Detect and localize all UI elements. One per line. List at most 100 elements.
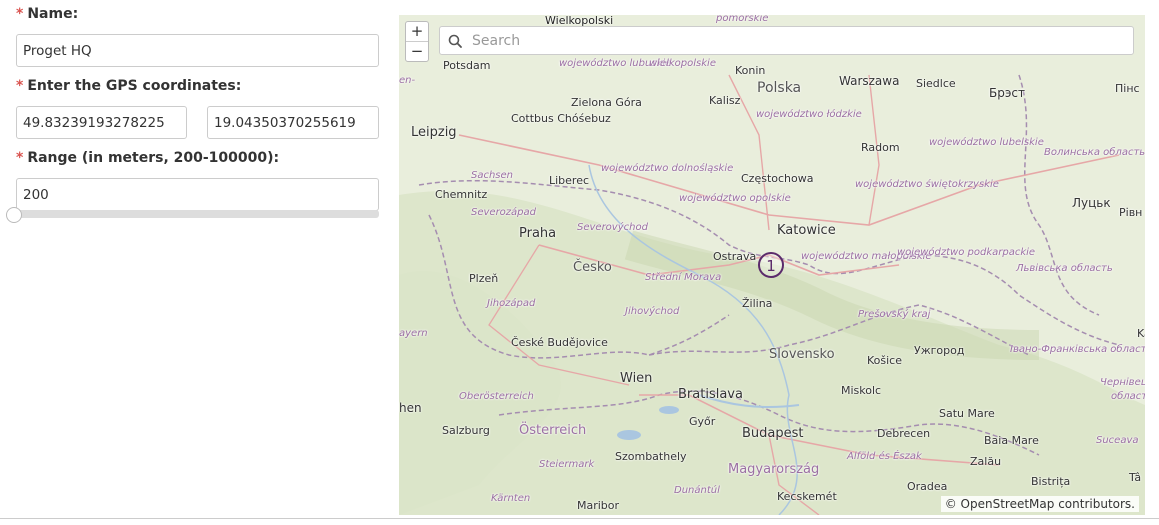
map-place-label: pomorskie (716, 15, 769, 24)
search-icon (448, 34, 462, 48)
map-place-label: Sachsen (471, 170, 514, 181)
longitude-input[interactable] (207, 106, 379, 139)
map-place-label: Miskolc (841, 384, 882, 397)
map-place-label: hen (399, 401, 422, 415)
map-attribution: © OpenStreetMap contributors. (940, 496, 1139, 512)
map-place-label: Střední Morava (645, 272, 722, 283)
map-place-label: Praha (519, 226, 557, 241)
range-input[interactable] (16, 178, 379, 211)
map-place-label: województwo świętokrzyskie (855, 179, 999, 190)
attribution-link[interactable]: OpenStreetMap (961, 497, 1055, 511)
map-place-label: Satu Mare (939, 407, 995, 420)
map-place-label: Chemnitz (435, 188, 488, 201)
map-place-label: Częstochowa (741, 172, 814, 185)
map-place-label: Dunántúl (674, 485, 720, 496)
range-slider-handle[interactable] (6, 207, 22, 223)
map-place-label: Oberösterreich (459, 391, 534, 402)
map-place-label: Žilina (742, 297, 773, 310)
map-place-label: Radom (861, 141, 900, 154)
map-place-label: Kärnten (491, 493, 531, 504)
map-place-label: Česko (573, 260, 612, 275)
map-place-label: Maribor (577, 499, 620, 512)
zoom-control: + − (405, 21, 429, 62)
map-place-label: Wien (620, 371, 653, 386)
map-place-label: Jihozápad (487, 298, 536, 309)
map-place-label: en- (399, 75, 416, 86)
map-place-label: Steiermark (539, 459, 595, 470)
map-place-label: Győr (689, 415, 716, 428)
required-marker: * (16, 6, 24, 22)
required-marker: * (16, 78, 24, 94)
map-place-label: Debrecen (877, 427, 931, 440)
map-place-label: Львівська область (1016, 263, 1113, 274)
range-slider-track[interactable] (16, 210, 379, 218)
map-place-label: ayern (399, 328, 428, 339)
map-place-label: Severozápad (471, 207, 536, 218)
map-place-label: Луцьк (1072, 196, 1111, 210)
map-place-label: Warszawa (839, 74, 900, 88)
map-place-label: Івано-Франківська область (1010, 344, 1145, 355)
gps-label: * Enter the GPS coordinates: (16, 78, 241, 94)
map-place-label: Plzeň (469, 272, 499, 285)
map-place-label: Zalău (970, 455, 1002, 468)
attribution-symbol: © (944, 497, 957, 511)
map-place-label: Пінс (1115, 82, 1140, 95)
zoom-out-button[interactable]: − (406, 41, 428, 61)
map-place-label: Polska (757, 80, 802, 96)
map-place-label: Рівн (1119, 206, 1143, 219)
map-place-label: Kecskemét (777, 490, 837, 503)
map-place-label: Leipzig (411, 125, 457, 140)
map-place-label: Tâ (1129, 471, 1142, 484)
map-view[interactable]: Wielkopolski pomorskie Potsdam województwo … (399, 15, 1145, 515)
gps-label-text: Enter the GPS coordinates: (27, 78, 242, 94)
map-place-label: województwo lubelskie (929, 137, 1044, 148)
map-place-label: Ostrava (713, 250, 757, 263)
map-place-label: wielkopolskie (649, 58, 716, 69)
map-place-label: Ужгород (914, 344, 965, 357)
map-place-label: Salzburg (442, 424, 490, 437)
map-place-label: Alföld és Észak (847, 451, 922, 462)
map-place-label: Siedlce (916, 77, 956, 90)
map-place-label: Severovýchod (577, 222, 648, 233)
required-marker: * (16, 150, 24, 166)
map-place-label: Konin (735, 64, 766, 77)
range-label-text: Range (in meters, 200-100000): (27, 150, 280, 166)
name-label-text: Name: (27, 6, 79, 22)
map-place-label: Slovensko (769, 347, 835, 362)
map-place-label: область (1111, 391, 1145, 402)
map-place-label: województwo dolnośląskie (601, 163, 734, 174)
map-place-label: Liberec (549, 174, 590, 187)
map-place-label: Kam (1137, 327, 1145, 340)
map-place-label: Košice (867, 354, 902, 367)
map-place-label: České Budějovice (511, 336, 608, 349)
range-label: * Range (in meters, 200-100000): (16, 150, 279, 166)
map-place-label: Prešovský kraj (858, 309, 931, 320)
map-place-label: Katowice (777, 223, 836, 238)
attribution-text: contributors. (1058, 497, 1135, 511)
map-place-label: Zielona Góra (571, 96, 642, 109)
search-placeholder: Search (472, 33, 521, 49)
divider (0, 518, 1159, 519)
map-place-label: Cottbus Chóśebuz (511, 112, 611, 125)
map-place-label: województwo opolskie (679, 193, 791, 204)
map-place-label: Oradea (907, 480, 948, 493)
map-place-label: województwo podkarpackie (897, 247, 1036, 258)
latitude-input[interactable] (16, 106, 187, 139)
map-place-label: Bistrița (1031, 475, 1071, 488)
map-place-label: Baia Mare (984, 434, 1039, 447)
map-place-label: Брэст (989, 86, 1026, 100)
map-place-label: województwo łódzkie (756, 109, 862, 120)
map-place-label: Österreich (519, 423, 587, 438)
map-place-label: Чернівецьк (1100, 377, 1145, 388)
map-place-label: Szombathely (615, 450, 687, 463)
map-place-label: Budapest (742, 426, 804, 441)
map-place-label: Kalisz (709, 94, 741, 107)
map-search-box[interactable]: Search (439, 26, 1134, 55)
name-label: * Name: (16, 6, 78, 22)
zoom-in-button[interactable]: + (406, 22, 428, 41)
name-input[interactable] (16, 34, 379, 67)
map-place-label: Suceava (1096, 435, 1139, 446)
map-place-label: Bratislava (678, 387, 743, 402)
map-place-label: Potsdam (443, 59, 491, 72)
map-place-label: Волинська область (1044, 147, 1145, 158)
